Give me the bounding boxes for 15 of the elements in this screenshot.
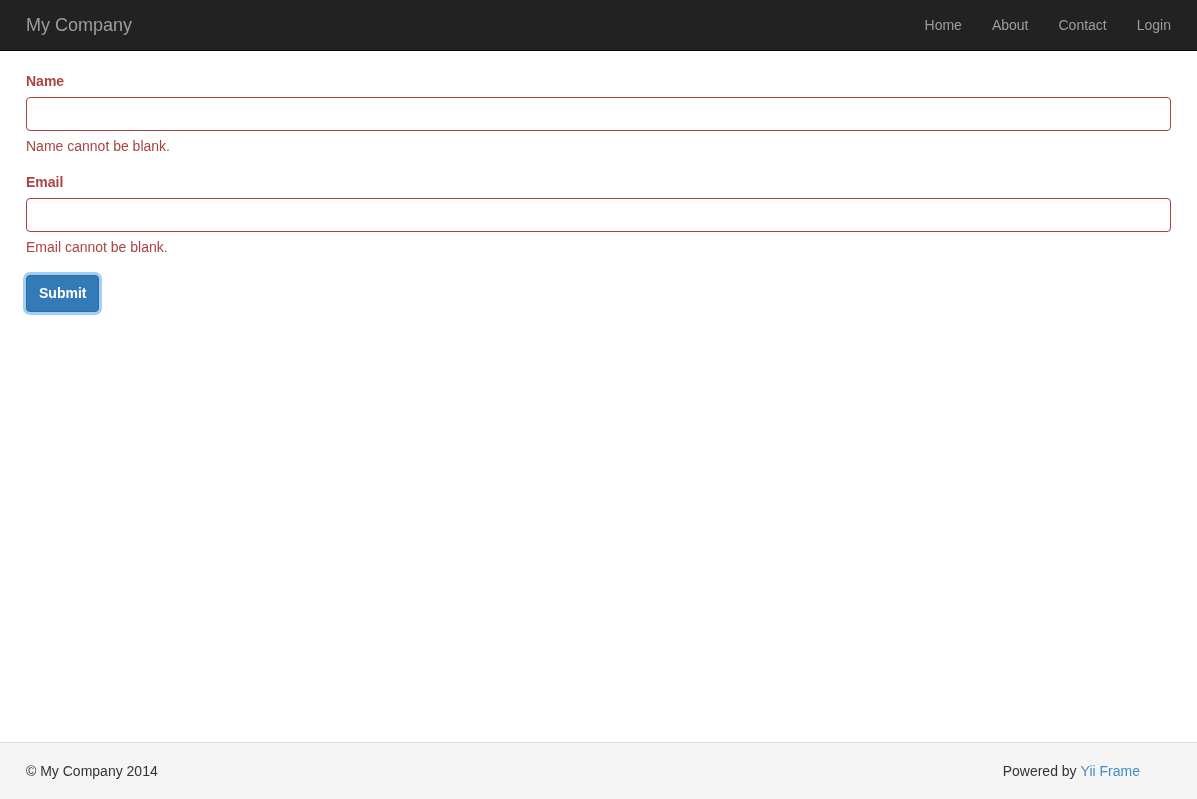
field-label: Name [26,72,66,91]
powered-by-text: Powered by [1002,761,1077,781]
error-message: Name cannot be blank. [26,137,171,156]
nav-link[interactable]: Contact [1043,0,1122,51]
brand-link[interactable]: My Company [26,11,133,39]
error-message: Email cannot be blank. [26,238,169,257]
nav-link[interactable]: About [976,0,1044,51]
submit-button[interactable]: Submit [26,275,100,312]
input-field[interactable] [26,198,1171,232]
input-field[interactable] [26,97,1171,131]
nav-link[interactable]: Login [1121,0,1171,51]
nav-link[interactable]: Home [909,0,977,51]
field-label: Email [26,173,65,192]
framework-link[interactable]: Yii Frame [1080,760,1140,782]
copyright-text: © My Company 2014 [26,761,158,781]
